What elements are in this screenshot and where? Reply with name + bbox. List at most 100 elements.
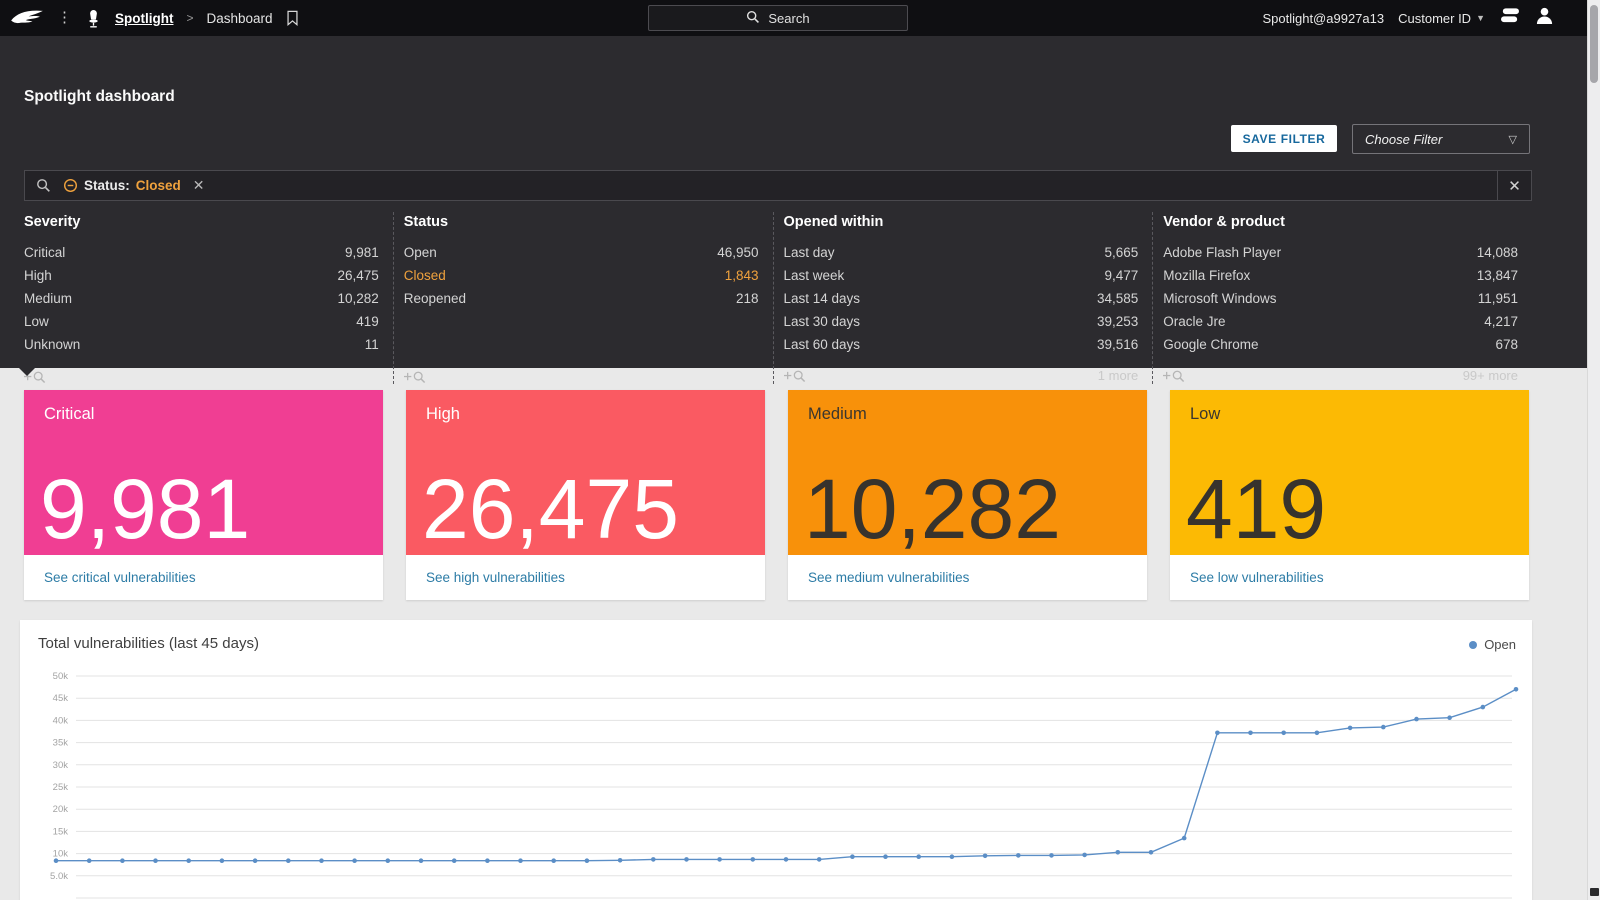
card-footer: See high vulnerabilities [406,555,765,600]
notifications-icon[interactable] [1499,7,1521,29]
customer-id-menu[interactable]: Customer ID ▼ [1398,11,1485,26]
facet-item-label: Medium [24,291,73,306]
facet-item-count: 218 [735,291,759,306]
facet-item-closed[interactable]: Closed 1,843 [404,264,759,287]
data-point [319,858,324,863]
facet-item-last-14-days[interactable]: Last 14 days 34,585 [784,287,1139,310]
data-point [750,857,756,862]
facet-columns: Severity Critical 9,981 High 26,475 Medium 10,… [24,212,1532,384]
facet-item-label: Last 60 days [783,337,861,352]
data-point [816,857,822,862]
facet-title: Vendor & product [1163,214,1285,230]
facet-item-count: 4,217 [1484,314,1518,329]
data-point [1347,725,1353,731]
facet-item-google-chrome[interactable]: Google Chrome 678 [1163,333,1518,356]
top-navigation-bar: ⋮ Spotlight > Dashboard Search Spotlight… [0,0,1600,36]
card-footer: See medium vulnerabilities [788,555,1147,600]
data-point [949,854,955,859]
choose-filter-dropdown[interactable]: Choose Filter ▽ [1352,124,1530,154]
breadcrumb-product-link[interactable]: Spotlight [115,11,173,26]
facet-item-critical[interactable]: Critical 9,981 [24,241,379,264]
falcon-logo-icon[interactable] [10,8,44,28]
facet-item-open[interactable]: Open 46,950 [404,241,759,264]
add-facet-filter-icon[interactable] [403,370,426,384]
remove-filter-icon[interactable]: ✕ [193,177,205,194]
data-point [1115,850,1121,855]
legend-dot-open [1469,640,1478,649]
facet-footer [403,360,759,384]
data-point [1381,724,1386,730]
data-point [53,858,59,863]
card-see-link[interactable]: See high vulnerabilities [426,570,565,585]
facet-item-microsoft-windows[interactable]: Microsoft Windows 11,951 [1163,287,1518,310]
add-facet-filter-icon[interactable] [783,369,806,383]
facet-item-mozilla-firefox[interactable]: Mozilla Firefox 13,847 [1163,264,1518,287]
facet-item-label: Unknown [24,337,81,352]
clear-all-filters-button[interactable]: ✕ [1497,171,1531,200]
facet-item-medium[interactable]: Medium 10,282 [24,287,379,310]
data-point [153,858,158,863]
filter-search-icon [36,178,51,193]
spotlight-app-icon[interactable] [85,9,102,28]
dropdown-chevron-icon: ▽ [1508,133,1517,146]
data-point [1215,730,1220,736]
data-point [1314,730,1320,736]
facet-item-label: High [24,268,52,283]
facet-item-count: 34,585 [1096,291,1139,306]
facet-item-high[interactable]: High 26,475 [24,264,379,287]
data-point [1148,850,1154,855]
card-value: 419 [1186,462,1327,556]
facet-item-low[interactable]: Low 419 [24,310,379,333]
facet-more-label[interactable]: 1 more [1098,368,1138,384]
filter-bar[interactable]: Status: Closed ✕ ✕ [24,170,1532,201]
filter-chip-field: Status: [84,178,130,193]
facet-item-adobe-flash-player[interactable]: Adobe Flash Player 14,088 [1163,241,1518,264]
app-menu-icon[interactable]: ⋮ [57,10,72,25]
facet-item-last-week[interactable]: Last week 9,477 [784,264,1139,287]
scrollbar-thumb[interactable] [1590,5,1598,83]
data-point [717,857,722,862]
facet-item-oracle-jre[interactable]: Oracle Jre 4,217 [1163,310,1518,333]
breadcrumb: ⋮ Spotlight > Dashboard [0,8,299,28]
save-filter-button[interactable]: SAVE FILTER [1231,125,1337,152]
facet-more-label[interactable]: 99+ more [1463,368,1518,384]
data-point [1082,852,1087,858]
topbar-account-area: Spotlight@a9927a13 Customer ID ▼ [1262,0,1554,36]
data-point [850,854,855,859]
facet-item-label: Microsoft Windows [1163,291,1277,306]
facet-item-count: 10,282 [337,291,379,306]
trend-chart-panel: Total vulnerabilities (last 45 days) Ope… [20,620,1532,900]
severity-card-low: Low 419 See low vulnerabilities [1170,390,1529,600]
facet-item-last-30-days[interactable]: Last 30 days 39,253 [784,310,1139,333]
data-point [518,858,523,863]
data-point [883,854,888,859]
choose-filter-label: Choose Filter [1365,131,1443,147]
y-tick-label: 30k [53,760,69,771]
facet-item-count: 678 [1495,337,1518,352]
facet-item-reopened[interactable]: Reopened 218 [404,287,759,310]
y-tick-label: 35k [53,738,69,749]
data-point [186,858,191,863]
customer-id-label: Customer ID [1398,10,1472,26]
card-see-link[interactable]: See low vulnerabilities [1190,570,1324,585]
filter-chip-status-closed[interactable]: Status: Closed ✕ [63,177,205,194]
filter-chip-value: Closed [135,178,181,193]
dashboard-header-panel: Spotlight dashboard SAVE FILTER Choose F… [0,36,1600,384]
data-point [1480,704,1486,710]
facet-item-last-60-days[interactable]: Last 60 days 39,516 [784,333,1139,356]
card-value: 9,981 [40,462,251,556]
data-point [86,858,92,863]
data-point [385,858,391,863]
facet-item-label: Adobe Flash Player [1163,245,1282,260]
page-scrollbar[interactable] [1587,0,1600,900]
bookmark-icon[interactable] [286,10,299,26]
add-facet-filter-icon[interactable] [1163,369,1185,383]
chart-legend: Open [1469,637,1516,652]
facet-item-last-day[interactable]: Last day 5,665 [784,241,1139,264]
card-see-link[interactable]: See critical vulnerabilities [44,570,196,585]
card-see-link[interactable]: See medium vulnerabilities [808,570,969,585]
user-profile-icon[interactable] [1535,6,1554,30]
facet-column-vendor-product: Vendor & product Adobe Flash Player 14,088… [1152,212,1532,384]
facet-item-unknown[interactable]: Unknown 11 [24,333,379,356]
global-search-input[interactable]: Search [648,5,908,31]
